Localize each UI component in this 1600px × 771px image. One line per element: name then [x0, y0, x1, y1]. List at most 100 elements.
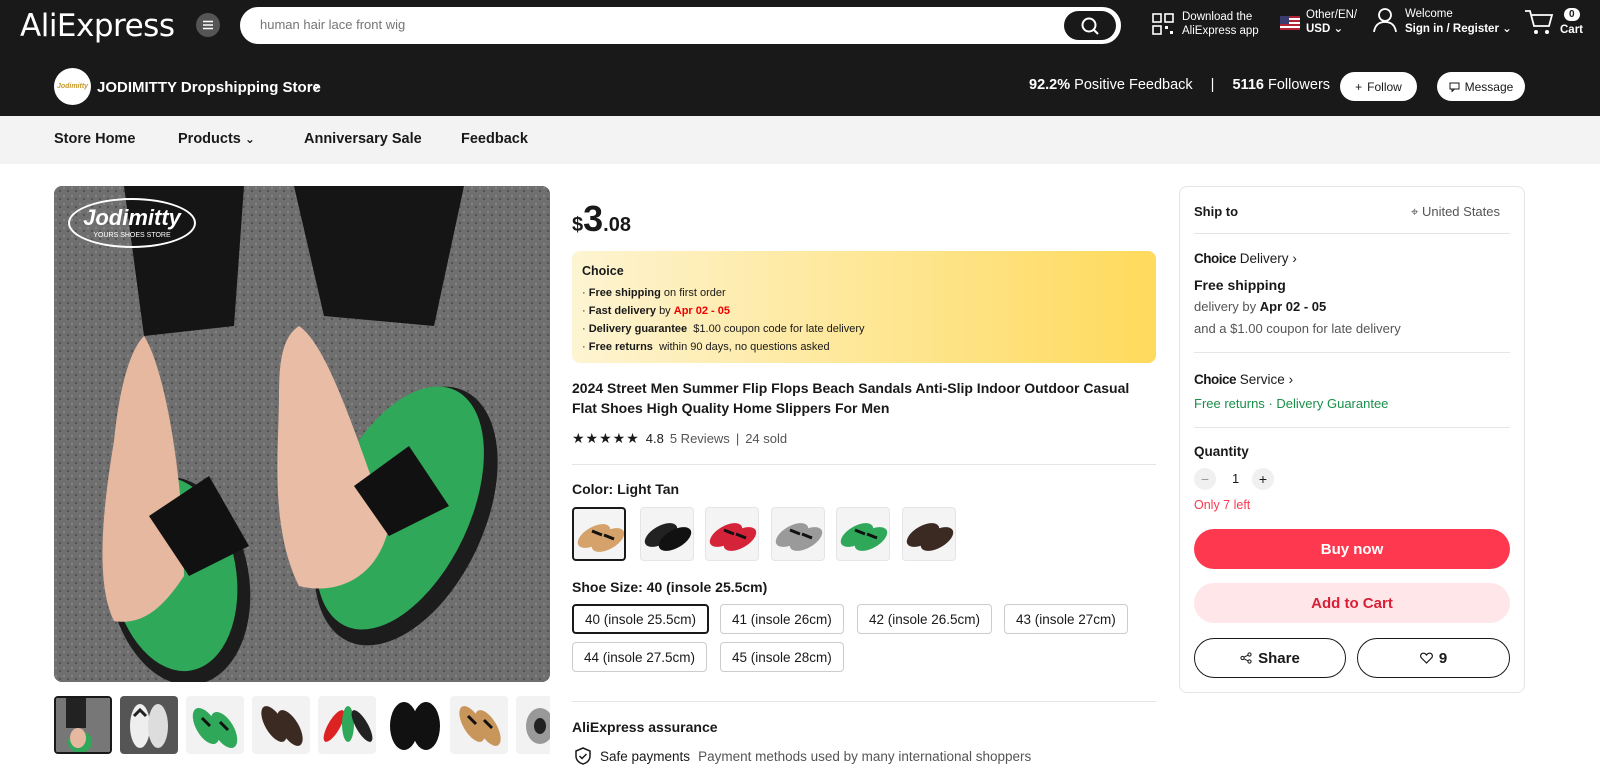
- size-option-44[interactable]: 44 (insole 27.5cm): [572, 642, 708, 672]
- price-integer: 3: [583, 198, 604, 239]
- ship-to-country[interactable]: ⌖ United States: [1411, 204, 1500, 220]
- thumbnail-4[interactable]: [252, 696, 310, 754]
- assurance-safe-payments: Safe payments Payment methods used by ma…: [574, 747, 1031, 765]
- color-label: Color: Light Tan: [572, 481, 680, 497]
- color-swatch-light-tan[interactable]: [572, 507, 626, 561]
- store-header: Jodimitty JODIMITTY Dropshipping Store ›…: [0, 56, 1600, 116]
- followers-label: Followers: [1267, 77, 1331, 93]
- service-word: Service: [1239, 372, 1285, 387]
- purchase-panel: Ship to ⌖ United States Choice Delivery …: [1179, 186, 1525, 693]
- choice-line-fast-delivery: · Fast delivery by Apr 02 - 05: [582, 305, 730, 317]
- color-swatch-black[interactable]: [640, 507, 694, 561]
- main-product-image[interactable]: Jodimitty YOURS SHOES STORE: [54, 186, 550, 682]
- color-swatch-brown[interactable]: [902, 507, 956, 561]
- thumbnail-3[interactable]: [186, 696, 244, 754]
- add-to-cart-button[interactable]: Add to Cart: [1194, 583, 1510, 623]
- language-label: Other/EN/: [1306, 9, 1358, 21]
- nav-products[interactable]: Products ⌄: [178, 131, 255, 147]
- free-returns-label: Free returns: [1194, 396, 1265, 411]
- message-button[interactable]: Message: [1437, 72, 1525, 101]
- store-watermark: Jodimitty YOURS SHOES STORE: [68, 198, 196, 248]
- flip-flop-photo: [54, 186, 550, 682]
- color-swatch-red[interactable]: [705, 507, 759, 561]
- sign-in-register-link[interactable]: Sign in / Register: [1405, 23, 1499, 35]
- quantity-decrease-button[interactable]: −: [1194, 468, 1216, 490]
- share-button[interactable]: Share: [1194, 638, 1346, 678]
- qr-code-icon: [1152, 13, 1174, 35]
- quantity-label: Quantity: [1194, 444, 1249, 459]
- thumbnail-2[interactable]: [120, 696, 178, 754]
- chevron-down-icon: ⌄: [1333, 23, 1344, 35]
- search-button[interactable]: [1064, 11, 1116, 40]
- store-logo[interactable]: Jodimitty: [54, 68, 91, 105]
- ship-to-label: Ship to: [1194, 204, 1239, 219]
- quantity-increase-button[interactable]: +: [1252, 468, 1274, 490]
- thumbnail-5[interactable]: [318, 696, 376, 754]
- menu-button[interactable]: [196, 13, 220, 37]
- delivery-word: Delivery: [1239, 251, 1289, 266]
- choice-line-free-returns: · Free returns within 90 days, no questi…: [582, 341, 830, 353]
- color-swatch-green[interactable]: [836, 507, 890, 561]
- feedback-label: Positive Feedback: [1074, 77, 1193, 93]
- download-app-link[interactable]: Download the AliExpress app: [1152, 10, 1259, 38]
- app-line-1: Download the: [1182, 11, 1253, 23]
- delivery-guarantee-label: Delivery Guarantee: [1276, 396, 1389, 411]
- size-option-43[interactable]: 43 (insole 27cm): [1004, 604, 1128, 634]
- choice-line-free-shipping: · Free shipping on first order: [582, 287, 726, 299]
- cart-button[interactable]: 0 Cart: [1524, 8, 1583, 41]
- user-icon: [1373, 8, 1397, 33]
- size-option-45[interactable]: 45 (insole 28cm): [720, 642, 844, 672]
- delivery-date-line: delivery by Apr 02 - 05: [1194, 299, 1327, 314]
- divider: [1194, 427, 1510, 428]
- message-label: Message: [1464, 79, 1514, 94]
- account-menu[interactable]: Welcome Sign in / Register ⌄: [1373, 7, 1512, 37]
- thumbnail-6[interactable]: [384, 696, 442, 754]
- thumbnail-1[interactable]: [54, 696, 112, 754]
- size-option-40[interactable]: 40 (insole 25.5cm): [572, 604, 710, 634]
- country-label: United States: [1421, 204, 1500, 219]
- choice-title: Choice: [582, 264, 624, 278]
- divider: [572, 701, 1156, 702]
- nav-store-home[interactable]: Store Home: [54, 131, 135, 147]
- wishlist-button[interactable]: 9: [1357, 638, 1510, 678]
- choice-service-link[interactable]: Choice Service ›: [1194, 372, 1293, 387]
- size-option-41[interactable]: 41 (insole 26cm): [720, 604, 844, 634]
- thumbnail-7[interactable]: [450, 696, 508, 754]
- currency-label: USD: [1306, 23, 1331, 35]
- chevron-right-icon[interactable]: ›: [314, 78, 319, 96]
- color-swatch-gray[interactable]: [771, 507, 825, 561]
- store-name-link[interactable]: JODIMITTY Dropshipping Store: [97, 79, 321, 96]
- buy-now-button[interactable]: Buy now: [1194, 529, 1510, 569]
- safe-payments-label: Safe payments: [600, 748, 691, 764]
- follow-button[interactable]: + Follow: [1340, 72, 1417, 101]
- heart-icon: [1419, 652, 1433, 664]
- location-pin-icon: ⌖: [1411, 204, 1419, 219]
- top-bar: AliExpress Download the AliExpress app O…: [0, 0, 1600, 116]
- share-label: Share: [1258, 649, 1300, 667]
- choice-word: Choice: [1194, 372, 1237, 387]
- feedback-value: 92.2%: [1029, 77, 1071, 93]
- quantity-value[interactable]: 1: [1232, 471, 1239, 486]
- nav-feedback[interactable]: Feedback: [461, 131, 528, 147]
- nav-anniversary-sale[interactable]: Anniversary Sale: [304, 131, 422, 147]
- product-title: 2024 Street Men Summer Flip Flops Beach …: [572, 380, 1130, 416]
- size-option-42[interactable]: 42 (insole 26.5cm): [857, 604, 993, 634]
- nav-products-label: Products: [178, 131, 241, 147]
- aliexpress-logo[interactable]: AliExpress: [20, 8, 175, 44]
- cart-icon: [1525, 10, 1554, 34]
- divider: [1194, 233, 1510, 234]
- thumbnail-strip: [54, 696, 550, 756]
- search-icon: [1081, 17, 1099, 35]
- choice-delivery-link[interactable]: Choice Delivery ›: [1194, 251, 1297, 266]
- search-input[interactable]: [260, 17, 1020, 32]
- divider: [1194, 352, 1510, 353]
- followers-value: 5116: [1232, 77, 1264, 93]
- reviews-link[interactable]: 5 Reviews: [670, 431, 730, 446]
- wishlist-count: 9: [1438, 649, 1448, 667]
- free-shipping-label: Free shipping: [1194, 277, 1286, 293]
- thumbnail-8[interactable]: [516, 696, 550, 754]
- coupon-line: and a $1.00 coupon for late delivery: [1194, 321, 1401, 336]
- chevron-down-icon: ⌄: [244, 132, 255, 146]
- cart-label: Cart: [1560, 24, 1584, 36]
- language-currency-selector[interactable]: Other/EN/ USD ⌄: [1280, 8, 1357, 36]
